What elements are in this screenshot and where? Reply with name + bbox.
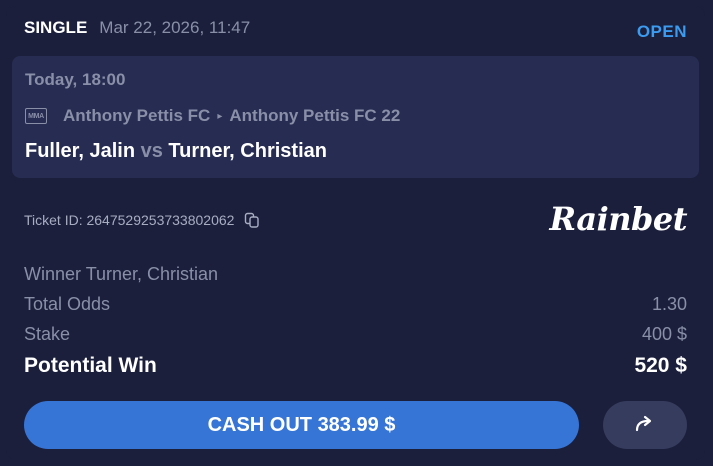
bet-header: SINGLE Mar 22, 2026, 11:47 <box>24 18 250 38</box>
mma-icon: MMA <box>25 108 47 124</box>
league-name[interactable]: Anthony Pettis FC <box>63 106 210 126</box>
selection-text: Winner Turner, Christian <box>24 264 219 284</box>
bet-type: SINGLE <box>24 18 88 37</box>
potential-win-row: Potential Win 520 $ <box>24 354 687 378</box>
bet-date: Mar 22, 2026, 11:47 <box>99 18 251 37</box>
brand-logo: Rainbet <box>549 200 688 238</box>
odds-value: 1.30 <box>651 294 687 314</box>
win-label: Potential Win <box>24 354 157 377</box>
vs-separator: vs <box>140 140 163 162</box>
match-title[interactable]: Fuller, Jalin vs Turner, Christian <box>25 140 327 163</box>
stake-value: 400 $ <box>641 324 687 344</box>
copy-icon[interactable] <box>244 212 260 228</box>
sub-league-name[interactable]: Anthony Pettis FC 22 <box>229 106 400 126</box>
share-button[interactable] <box>603 401 687 449</box>
win-value: 520 $ <box>634 354 687 377</box>
home-fighter: Fuller, Jalin <box>25 140 136 162</box>
odds-label: Total Odds <box>24 294 111 314</box>
ticket-id: Ticket ID: 2647529253733802062 <box>24 212 260 228</box>
status-badge: OPEN <box>636 22 687 41</box>
away-fighter: Turner, Christian <box>168 140 327 162</box>
share-arrow-icon <box>634 415 656 436</box>
odds-row: Total Odds 1.30 <box>24 294 687 315</box>
bet-card: SINGLE Mar 22, 2026, 11:47 OPEN Today, 1… <box>6 6 705 460</box>
stake-row: Stake 400 $ <box>24 324 687 345</box>
event-time: Today, 18:00 <box>25 70 126 89</box>
selection-row: Winner Turner, Christian <box>24 264 687 285</box>
cash-out-button[interactable]: CASH OUT 383.99 $ <box>24 401 579 449</box>
event-panel[interactable]: Today, 18:00 MMA Anthony Pettis FC ▸ Ant… <box>12 56 699 178</box>
stake-label: Stake <box>24 324 71 344</box>
ticket-id-text: Ticket ID: 2647529253733802062 <box>24 212 235 228</box>
league-breadcrumb: MMA Anthony Pettis FC ▸ Anthony Pettis F… <box>25 106 400 126</box>
chevron-right-icon: ▸ <box>217 110 223 122</box>
